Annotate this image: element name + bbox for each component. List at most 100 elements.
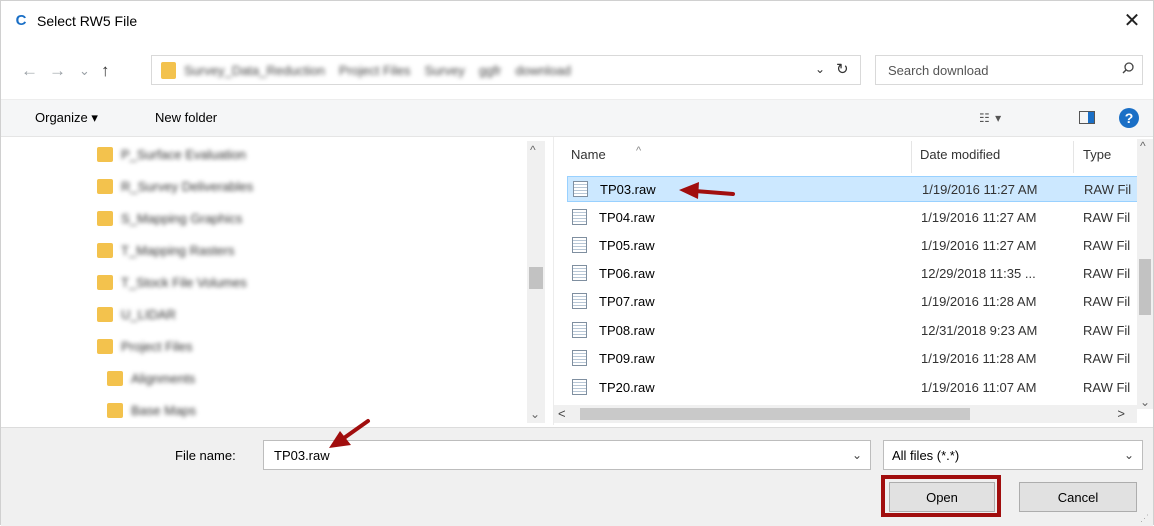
column-header-name[interactable]: Name ^	[571, 145, 641, 162]
column-header-type[interactable]: Type	[1083, 147, 1111, 162]
file-row[interactable]: TP03.raw 1/19/2016 11:27 AM RAW Fil	[567, 176, 1145, 202]
column-header-label: Name	[571, 147, 606, 162]
folder-icon	[107, 403, 123, 418]
scroll-thumb[interactable]	[580, 408, 970, 420]
title-bar: C Select RW5 File ✕	[1, 1, 1153, 41]
file-list-hscrollbar[interactable]: < >	[554, 405, 1137, 423]
file-type-filter-value: All files (*.*)	[892, 448, 960, 463]
scroll-thumb[interactable]	[1139, 259, 1151, 315]
breadcrumb-item[interactable]: ggfr	[479, 63, 501, 78]
scroll-down-icon[interactable]: ⌄	[1140, 395, 1150, 409]
recent-locations-icon[interactable]: ⌄	[79, 61, 90, 81]
folder-icon	[97, 147, 113, 162]
file-row[interactable]: TP07.raw 1/19/2016 11:28 AM RAW Fil	[567, 289, 1145, 315]
file-row[interactable]: TP06.raw 12/29/2018 11:35 ... RAW Fil	[567, 261, 1145, 287]
scroll-thumb[interactable]	[529, 267, 543, 289]
scroll-up-icon[interactable]: ^	[1140, 139, 1146, 153]
chevron-down-icon[interactable]: ⌄	[852, 448, 862, 462]
file-type-filter[interactable]: All files (*.*) ⌄	[883, 440, 1143, 470]
refresh-icon[interactable]: ↻	[836, 60, 849, 78]
file-name: TP08.raw	[599, 323, 655, 338]
file-icon	[572, 293, 587, 309]
file-icon	[572, 209, 587, 225]
tree-item-label: U_LIDAR	[121, 307, 176, 322]
new-folder-button[interactable]: New folder	[155, 110, 217, 125]
search-icon[interactable]	[1122, 62, 1134, 74]
file-date: 1/19/2016 11:27 AM	[921, 238, 1037, 253]
chevron-down-icon[interactable]: ⌄	[1124, 448, 1134, 462]
folder-icon	[97, 243, 113, 258]
tree-item-label: Base Maps	[131, 403, 197, 418]
file-name: TP03.raw	[600, 182, 656, 197]
file-row[interactable]: TP04.raw 1/19/2016 11:27 AM RAW Fil	[567, 205, 1145, 231]
file-list-vscrollbar[interactable]: ^ ⌄	[1137, 139, 1153, 409]
folder-icon	[97, 339, 113, 354]
search-box[interactable]	[875, 55, 1143, 85]
folder-icon	[97, 211, 113, 226]
file-date: 12/29/2018 11:35 ...	[921, 266, 1036, 281]
up-arrow-icon[interactable]: ↑	[101, 61, 110, 81]
file-date: 1/19/2016 11:28 AM	[921, 351, 1037, 366]
file-type: RAW Fil	[1083, 238, 1131, 253]
forward-arrow-icon[interactable]: →	[49, 61, 66, 81]
scroll-right-icon[interactable]: >	[1117, 406, 1125, 421]
breadcrumb-item[interactable]: Project Files	[339, 63, 411, 78]
file-type: RAW Fil	[1083, 210, 1131, 225]
column-divider[interactable]	[911, 141, 912, 173]
file-dialog: C Select RW5 File ✕ ← → ⌄ ↑ Survey_Data_…	[0, 0, 1154, 526]
file-row[interactable]: TP09.raw 1/19/2016 11:28 AM RAW Fil	[567, 346, 1145, 372]
file-date: 1/19/2016 11:27 AM	[921, 210, 1037, 225]
file-type: RAW Fil	[1083, 294, 1131, 309]
breadcrumb-item[interactable]: Survey	[424, 63, 464, 78]
chevron-down-icon[interactable]: ⌄	[815, 62, 825, 76]
view-options-icon[interactable]: ☷ ▾	[979, 111, 1002, 125]
scroll-up-icon[interactable]: ^	[530, 143, 536, 157]
folder-icon	[97, 275, 113, 290]
cancel-button[interactable]: Cancel	[1019, 482, 1137, 512]
scroll-left-icon[interactable]: <	[558, 406, 566, 421]
file-name: TP09.raw	[599, 351, 655, 366]
file-name: TP07.raw	[599, 294, 655, 309]
file-name: TP05.raw	[599, 238, 655, 253]
file-name: TP04.raw	[599, 210, 655, 225]
file-type: RAW Fil	[1083, 380, 1131, 395]
breadcrumb-item[interactable]: download	[515, 63, 571, 78]
tree-scrollbar[interactable]: ^ ⌄	[527, 141, 545, 423]
tree-item-label: T_Mapping Rasters	[121, 243, 235, 258]
breadcrumb-item[interactable]: Survey_Data_Reduction	[184, 63, 325, 78]
folder-icon	[161, 62, 176, 79]
help-icon[interactable]: ?	[1119, 108, 1139, 128]
close-icon[interactable]: ✕	[1117, 7, 1147, 35]
file-icon	[572, 379, 587, 395]
command-bar: Organize ▾ New folder ☷ ▾ ?	[1, 99, 1153, 137]
file-date: 1/19/2016 11:28 AM	[921, 294, 1037, 309]
file-name-combobox[interactable]: ⌄	[263, 440, 871, 470]
resize-grip-icon[interactable]: ⋰	[1140, 513, 1150, 523]
address-bar[interactable]: Survey_Data_Reduction Project Files Surv…	[151, 55, 861, 85]
file-name: TP06.raw	[599, 266, 655, 281]
file-date: 12/31/2018 9:23 AM	[921, 323, 1038, 338]
open-button[interactable]: Open	[889, 482, 995, 512]
breadcrumb: Survey_Data_Reduction Project Files Surv…	[184, 63, 571, 78]
file-name: TP20.raw	[599, 380, 655, 395]
file-icon	[572, 322, 587, 338]
column-divider[interactable]	[1073, 141, 1074, 173]
organize-button[interactable]: Organize ▾	[35, 110, 98, 126]
file-type: RAW Fil	[1083, 266, 1131, 281]
scroll-down-icon[interactable]: ⌄	[530, 407, 540, 421]
file-name-input[interactable]	[272, 447, 836, 464]
file-row[interactable]: TP08.raw 12/31/2018 9:23 AM RAW Fil	[567, 318, 1145, 344]
tree-item-label: P_Surface Evaluation	[121, 147, 247, 162]
column-header-date[interactable]: Date modified	[920, 147, 1000, 162]
window-title: Select RW5 File	[37, 13, 138, 29]
sort-ascending-icon: ^	[636, 145, 642, 157]
file-date: 1/19/2016 11:07 AM	[921, 380, 1037, 395]
file-icon	[572, 237, 587, 253]
search-input[interactable]	[886, 62, 1105, 79]
file-row[interactable]: TP20.raw 1/19/2016 11:07 AM RAW Fil	[567, 375, 1145, 401]
back-arrow-icon[interactable]: ←	[21, 61, 38, 81]
tree-item-label: Alignments	[131, 371, 196, 386]
file-row[interactable]: TP05.raw 1/19/2016 11:27 AM RAW Fil	[567, 233, 1145, 259]
tree-item-label: R_Survey Deliverables	[121, 179, 254, 194]
preview-pane-icon[interactable]	[1079, 111, 1095, 124]
